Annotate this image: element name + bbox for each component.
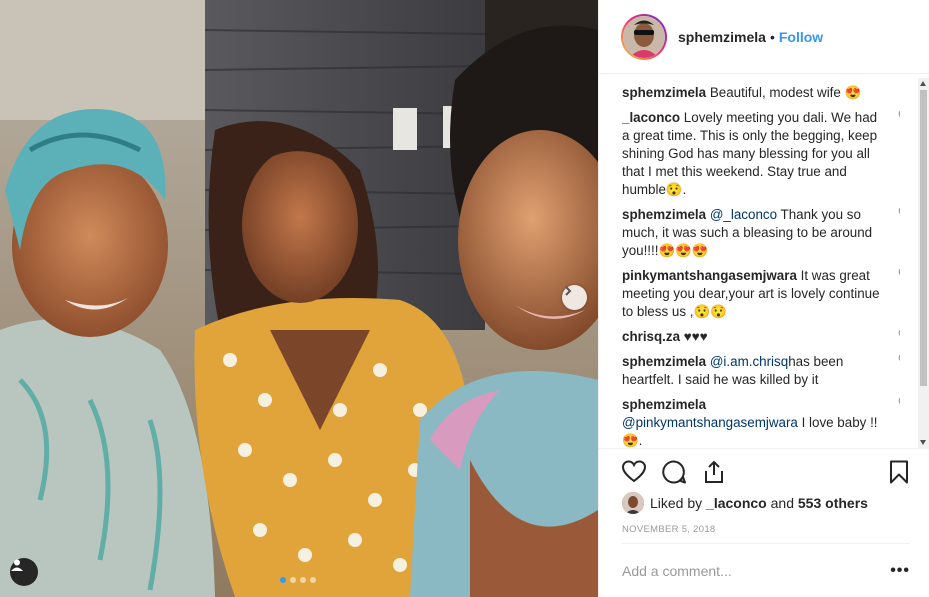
carousel-dot [280,577,286,583]
comment-text: Beautiful, modest wife 😍 [709,85,862,100]
comment-username[interactable]: chrisq.za [622,329,680,344]
comment-text: ♥♥♥ [683,329,708,344]
comment-mention-link[interactable]: @pinkymantshangasemjwara [622,415,798,430]
avatar-image [623,15,665,58]
carousel-dot [300,577,306,583]
comment-item: sphemzimela @pinkymantshangasemjwara I lo… [622,396,900,450]
comment-mention-link[interactable]: @_laconco [710,207,777,222]
carousel-indicator [280,577,316,583]
comment-item: pinkymantshangasemjwara It was great mee… [622,267,900,321]
post-date[interactable]: NOVEMBER 5, 2018 [622,524,716,535]
follow-button[interactable]: Follow [779,29,823,45]
comment-like-heart-icon[interactable] [898,109,900,123]
comment-username[interactable]: _laconco [622,110,680,125]
add-comment-bar: Add a comment... ••• [622,543,910,597]
comment-item: _laconco Lovely meeting you dali. We had… [622,109,900,199]
comments-list: sphemzimela Beautiful, modest wife 😍 _lac… [622,84,900,450]
carousel-dot [290,577,296,583]
share-upload-icon[interactable] [701,459,727,485]
add-comment-input[interactable]: Add a comment... [622,563,732,579]
comment-mention-link[interactable]: @i.am.chrisq [710,354,788,369]
likes-prefix: Liked by [650,495,703,511]
comment-item: sphemzimela Beautiful, modest wife 😍 [622,84,900,102]
comment-username[interactable]: sphemzimela [622,85,706,100]
user-tag-button[interactable] [10,558,38,586]
comment-username[interactable]: sphemzimela [622,354,706,369]
author-avatar[interactable] [621,13,667,60]
comment-like-heart-icon[interactable] [898,328,900,342]
comment-like-heart-icon[interactable] [898,267,900,281]
comment-item: chrisq.za ♥♥♥ [622,328,900,346]
comment-username[interactable]: pinkymantshangasemjwara [622,268,797,283]
liker-avatar-image [622,492,644,514]
carousel-next-button[interactable] [562,285,587,310]
likes-middle: and [770,495,794,511]
user-tag-icon [11,559,23,571]
comment-like-heart-icon[interactable] [898,353,900,367]
header-separator: • [769,28,775,45]
likes-summary: Liked by _laconco and 553 others [622,492,868,514]
comments-scrollbar[interactable] [918,78,929,448]
heart-outline-icon[interactable] [621,459,647,485]
comment-item: sphemzimela @_laconco Thank you so much,… [622,206,900,260]
liker-username[interactable]: _laconco [706,495,767,511]
post-photo[interactable] [0,0,598,597]
chevron-right-icon [565,286,572,296]
liker-avatar[interactable] [622,492,644,514]
comment-like-heart-icon[interactable] [898,206,900,220]
post-image [0,0,598,597]
comment-username[interactable]: sphemzimela [622,207,706,222]
carousel-dot [310,577,316,583]
comment-item: sphemzimela @i.am.chrisqhas been heartfe… [622,353,900,389]
bookmark-icon[interactable] [886,459,912,485]
scroll-up-arrow[interactable] [920,81,926,86]
likes-count[interactable]: 553 others [798,495,868,511]
post-actions-bar [598,448,929,494]
post-header: sphemzimela • Follow [599,0,929,74]
scroll-down-arrow[interactable] [920,440,926,445]
more-options-button[interactable]: ••• [890,562,910,580]
comment-like-heart-icon[interactable] [898,396,900,410]
speech-bubble-icon[interactable] [661,459,687,485]
scroll-thumb[interactable] [920,90,927,386]
author-username[interactable]: sphemzimela [678,29,766,45]
comment-username[interactable]: sphemzimela [622,397,706,412]
